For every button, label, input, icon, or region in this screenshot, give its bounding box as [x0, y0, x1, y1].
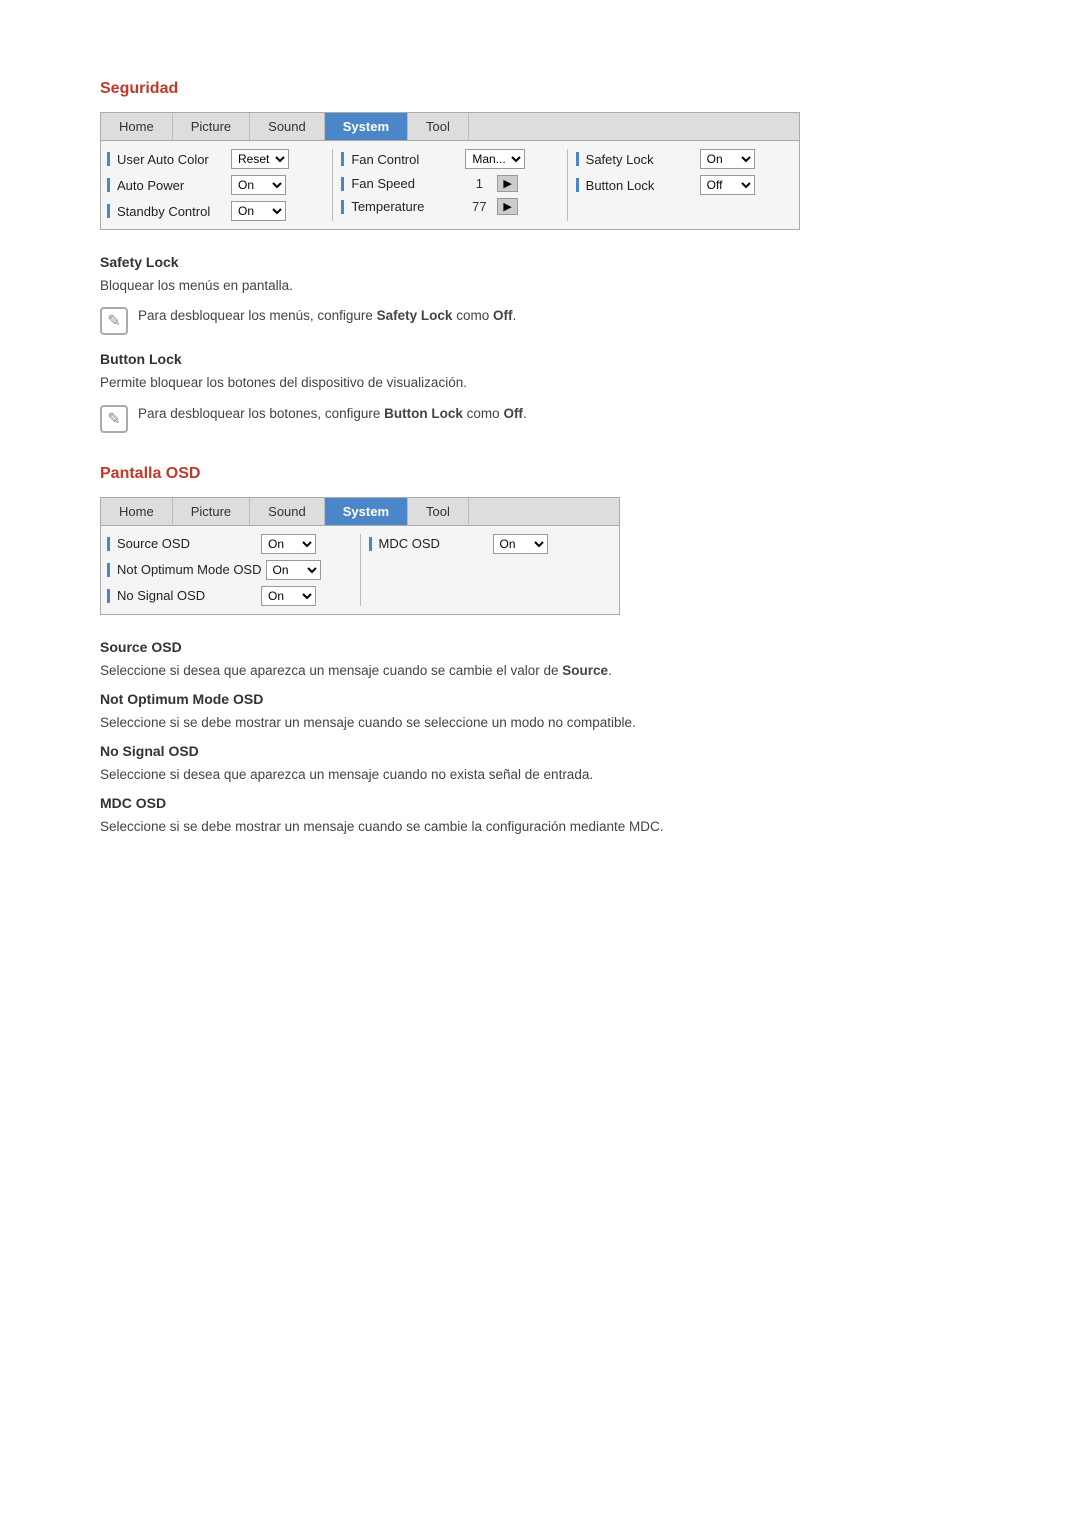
no-signal-osd-row: No Signal OSD On	[107, 586, 352, 606]
auto-power-select[interactable]: On	[231, 175, 286, 195]
source-osd-select[interactable]: On	[261, 534, 316, 554]
bar-mdc-osd	[369, 537, 372, 551]
fan-speed-label: Fan Speed	[351, 176, 461, 191]
osd-col1: Source OSD On Not Optimum Mode OSD On No…	[107, 534, 352, 606]
tab-tool-2[interactable]: Tool	[408, 498, 469, 525]
bar-standby-control	[107, 204, 110, 218]
no-signal-heading: No Signal OSD	[100, 743, 980, 759]
osd-col2: MDC OSD On	[369, 534, 614, 606]
not-optimum-select[interactable]: On	[266, 560, 321, 580]
safety-lock-label: Safety Lock	[586, 152, 696, 167]
not-optimum-body: Seleccione si se debe mostrar un mensaje…	[100, 713, 980, 733]
button-lock-row: Button Lock Off	[576, 175, 793, 195]
standby-control-label: Standby Control	[117, 204, 227, 219]
not-optimum-row: Not Optimum Mode OSD On	[107, 560, 352, 580]
tab-home-1[interactable]: Home	[101, 113, 173, 140]
bar-fan-control	[341, 152, 344, 166]
safety-lock-note-row: ✎ Para desbloquear los menús, configure …	[100, 306, 980, 335]
mdc-osd-select[interactable]: On	[493, 534, 548, 554]
pantalla-osd-panel: Home Picture Sound System Tool Source OS…	[100, 497, 620, 615]
seguridad-col3: Safety Lock On Button Lock Off	[576, 149, 793, 221]
tab-sound-2[interactable]: Sound	[250, 498, 325, 525]
button-lock-note: Para desbloquear los botones, configure …	[138, 404, 527, 424]
osd-panel-body: Source OSD On Not Optimum Mode OSD On No…	[101, 526, 619, 614]
no-signal-osd-label: No Signal OSD	[117, 588, 257, 603]
note-icon-safety: ✎	[100, 307, 128, 335]
bar-user-auto-color	[107, 152, 110, 166]
standby-control-select[interactable]: On	[231, 201, 286, 221]
seguridad-panel-body: User Auto Color Reset Auto Power On Stan…	[101, 141, 799, 229]
safety-lock-note: Para desbloquear los menús, configure Sa…	[138, 306, 516, 326]
note-icon-button: ✎	[100, 405, 128, 433]
bar-auto-power	[107, 178, 110, 192]
source-osd-label: Source OSD	[117, 536, 257, 551]
tab-sound-1[interactable]: Sound	[250, 113, 325, 140]
safety-lock-select[interactable]: On	[700, 149, 755, 169]
bar-temperature	[341, 200, 344, 214]
user-auto-color-select[interactable]: Reset	[231, 149, 289, 169]
pantalla-osd-section: Pantalla OSD Home Picture Sound System T…	[100, 465, 980, 838]
divider-1	[332, 149, 333, 221]
bar-button-lock	[576, 178, 579, 192]
seguridad-section: Seguridad Home Picture Sound System Tool…	[100, 80, 980, 433]
divider-osd	[360, 534, 361, 606]
auto-power-row: Auto Power On	[107, 175, 324, 195]
user-auto-color-label: User Auto Color	[117, 152, 227, 167]
source-osd-heading: Source OSD	[100, 639, 980, 655]
seguridad-title: Seguridad	[100, 80, 980, 98]
bar-source-osd	[107, 537, 110, 551]
seguridad-tabs: Home Picture Sound System Tool	[101, 113, 799, 141]
button-lock-note-row: ✎ Para desbloquear los botones, configur…	[100, 404, 980, 433]
tab-system-2[interactable]: System	[325, 498, 408, 525]
no-signal-body: Seleccione si desea que aparezca un mens…	[100, 765, 980, 785]
source-osd-row: Source OSD On	[107, 534, 352, 554]
safety-lock-row: Safety Lock On	[576, 149, 793, 169]
mdc-osd-label: MDC OSD	[379, 536, 489, 551]
mdc-osd-body: Seleccione si se debe mostrar un mensaje…	[100, 817, 980, 837]
fan-speed-arrow[interactable]: ▶	[497, 175, 517, 192]
fan-control-select[interactable]: Man...	[465, 149, 525, 169]
tab-picture-2[interactable]: Picture	[173, 498, 250, 525]
seguridad-panel: Home Picture Sound System Tool User Auto…	[100, 112, 800, 230]
not-optimum-label: Not Optimum Mode OSD	[117, 562, 262, 577]
standby-control-row: Standby Control On	[107, 201, 324, 221]
not-optimum-heading: Not Optimum Mode OSD	[100, 691, 980, 707]
fan-speed-value: 1	[465, 176, 493, 191]
seguridad-col2: Fan Control Man... Fan Speed 1 ▶ Tempera…	[341, 149, 558, 221]
bar-fan-speed	[341, 177, 344, 191]
seguridad-col1: User Auto Color Reset Auto Power On Stan…	[107, 149, 324, 221]
osd-tabs: Home Picture Sound System Tool	[101, 498, 619, 526]
source-osd-body: Seleccione si desea que aparezca un mens…	[100, 661, 980, 681]
temperature-row: Temperature 77 ▶	[341, 198, 558, 215]
mdc-osd-row: MDC OSD On	[369, 534, 614, 554]
user-auto-color-row: User Auto Color Reset	[107, 149, 324, 169]
temperature-label: Temperature	[351, 199, 461, 214]
temperature-arrow[interactable]: ▶	[497, 198, 517, 215]
no-signal-osd-select[interactable]: On	[261, 586, 316, 606]
safety-lock-heading: Safety Lock	[100, 254, 980, 270]
temperature-value: 77	[465, 199, 493, 214]
fan-speed-row: Fan Speed 1 ▶	[341, 175, 558, 192]
tab-picture-1[interactable]: Picture	[173, 113, 250, 140]
bar-not-optimum	[107, 563, 110, 577]
divider-2	[567, 149, 568, 221]
button-lock-body: Permite bloquear los botones del disposi…	[100, 373, 980, 393]
pantalla-osd-title: Pantalla OSD	[100, 465, 980, 483]
tab-system-1[interactable]: System	[325, 113, 408, 140]
button-lock-select[interactable]: Off	[700, 175, 755, 195]
bar-no-signal-osd	[107, 589, 110, 603]
fan-control-row: Fan Control Man...	[341, 149, 558, 169]
tab-tool-1[interactable]: Tool	[408, 113, 469, 140]
button-lock-label: Button Lock	[586, 178, 696, 193]
tab-home-2[interactable]: Home	[101, 498, 173, 525]
bar-safety-lock	[576, 152, 579, 166]
fan-control-label: Fan Control	[351, 152, 461, 167]
auto-power-label: Auto Power	[117, 178, 227, 193]
mdc-osd-heading: MDC OSD	[100, 795, 980, 811]
button-lock-heading: Button Lock	[100, 351, 980, 367]
safety-lock-body: Bloquear los menús en pantalla.	[100, 276, 980, 296]
